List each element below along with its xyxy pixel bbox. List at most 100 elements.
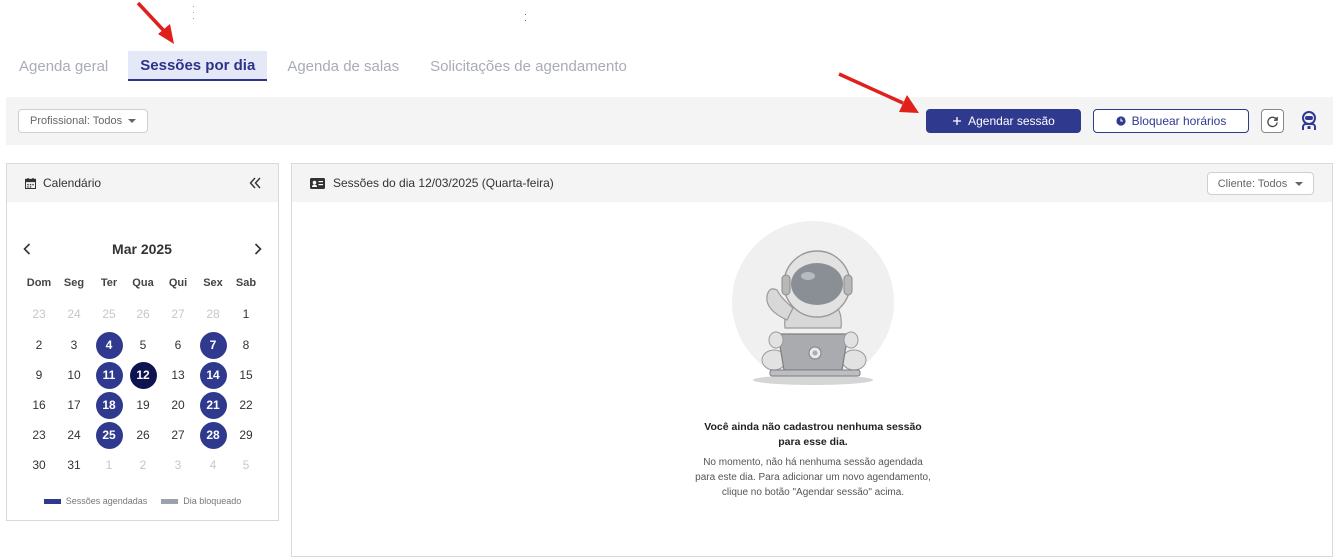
calendar-day[interactable]: 10	[61, 362, 88, 389]
user-icon	[1302, 111, 1316, 130]
calendar-day[interactable]: 13	[165, 362, 192, 389]
weekday-label: Seg	[63, 277, 85, 289]
weekday-label: Qui	[168, 277, 188, 289]
weekday-label: Ter	[100, 277, 118, 289]
block-hours-label: Bloquear horários	[1131, 114, 1227, 128]
assistant-user-icon[interactable]	[1298, 109, 1320, 133]
artifact-dot	[525, 14, 526, 15]
calendar-day[interactable]: 27	[165, 301, 192, 328]
next-month-button[interactable]	[250, 239, 266, 259]
calendar-day[interactable]: 5	[233, 452, 260, 479]
calendar-day[interactable]: 20	[165, 392, 192, 419]
calendar-day[interactable]: 8	[233, 332, 260, 359]
calendar-day[interactable]: 1	[96, 452, 123, 479]
calendar-day[interactable]: 24	[61, 301, 88, 328]
calendar-day[interactable]: 27	[165, 422, 192, 449]
calendar-day[interactable]: 19	[130, 392, 157, 419]
plus-icon	[953, 117, 962, 125]
client-filter-label: Cliente: Todos	[1217, 177, 1288, 190]
tab-agenda-de-salas[interactable]: Agenda de salas	[276, 51, 410, 81]
calendar-day[interactable]: 16	[26, 392, 53, 419]
calendar-day[interactable]: 26	[130, 301, 157, 328]
calendar-day[interactable]: 17	[61, 392, 88, 419]
calendar-day[interactable]: 25	[95, 421, 123, 449]
calendar-title-label: Calendário	[43, 176, 102, 190]
toolbar: Profissional: Todos Agendar sessão Bloqu…	[6, 97, 1333, 145]
legend-booked: Sessões agendadas	[43, 496, 148, 506]
calendar-day[interactable]: 2	[130, 452, 157, 479]
tab-bar: Agenda geral Sessões por dia Agenda de s…	[8, 51, 647, 81]
collapse-calendar-button[interactable]	[245, 173, 265, 193]
calendar-day[interactable]: 23	[26, 301, 53, 328]
sessions-title-label: Sessões do dia 12/03/2025 (Quarta-feira)	[333, 176, 554, 190]
professional-filter-dropdown[interactable]: Profissional: Todos	[18, 109, 149, 133]
month-label: Mar 2025	[112, 241, 172, 257]
calendar-day[interactable]: 9	[26, 362, 53, 389]
refresh-button[interactable]	[1261, 109, 1284, 133]
calendar-header: Calendário	[7, 164, 278, 202]
month-navigation: Mar 2025	[7, 239, 278, 259]
caret-down-icon	[1295, 181, 1304, 186]
legend-booked-label: Sessões agendadas	[65, 496, 148, 506]
double-chevron-left-icon	[249, 177, 261, 189]
empty-state-title: Você ainda não cadastrou nenhuma sessão …	[704, 421, 922, 448]
calendar-day[interactable]: 5	[130, 332, 157, 359]
calendar-day[interactable]: 25	[96, 301, 123, 328]
annotation-arrow-tab	[136, 1, 174, 44]
calendar-day[interactable]: 7	[199, 331, 227, 359]
calendar-day[interactable]: 12	[129, 361, 157, 389]
calendar-day[interactable]: 22	[233, 392, 260, 419]
artifact-dot	[193, 6, 194, 7]
block-hours-button[interactable]: Bloquear horários	[1093, 109, 1249, 133]
calendar-day[interactable]: 11	[95, 361, 123, 389]
calendar-day[interactable]: 1	[233, 301, 260, 328]
schedule-session-button[interactable]: Agendar sessão	[926, 109, 1081, 133]
artifact-dot	[193, 12, 194, 13]
sessions-header: Sessões do dia 12/03/2025 (Quarta-feira)…	[292, 164, 1332, 202]
legend-booked-swatch	[43, 498, 61, 504]
empty-state-text: No momento, não há nenhuma sessão agenda…	[695, 457, 931, 498]
calendar-day[interactable]: 15	[233, 362, 260, 389]
tab-solicitacoes[interactable]: Solicitações de agendamento	[419, 51, 638, 81]
calendar-day[interactable]: 21	[199, 391, 227, 419]
legend-blocked-label: Dia bloqueado	[183, 496, 242, 506]
weekday-label: Dom	[26, 277, 52, 289]
calendar-day[interactable]: 29	[233, 422, 260, 449]
previous-month-button[interactable]	[19, 239, 35, 259]
tab-sessoes-por-dia[interactable]: Sessões por dia	[128, 51, 268, 81]
calendar-day[interactable]: 4	[95, 331, 123, 359]
calendar-day[interactable]: 6	[165, 332, 192, 359]
calendar-day[interactable]: 18	[95, 391, 123, 419]
calendar-icon	[25, 177, 36, 189]
astronaut-illustration	[732, 221, 894, 385]
calendar-day[interactable]: 24	[61, 422, 88, 449]
chevron-right-icon	[254, 243, 262, 255]
sessions-title: Sessões do dia 12/03/2025 (Quarta-feira)	[310, 176, 554, 190]
legend-blocked-swatch	[161, 498, 179, 504]
calendar-day[interactable]: 30	[26, 452, 53, 479]
clock-icon	[1116, 116, 1126, 126]
calendar-day[interactable]: 28	[200, 301, 227, 328]
sessions-panel: Sessões do dia 12/03/2025 (Quarta-feira)…	[291, 163, 1333, 557]
chevron-left-icon	[23, 243, 31, 255]
calendar-day[interactable]: 3	[165, 452, 192, 479]
calendar-title: Calendário	[25, 176, 101, 190]
annotation-arrow-button	[838, 72, 919, 113]
calendar-day[interactable]: 2	[26, 332, 53, 359]
calendar-day[interactable]: 28	[199, 421, 227, 449]
id-card-icon	[310, 177, 325, 189]
calendar-day[interactable]: 31	[61, 452, 88, 479]
calendar-day[interactable]: 3	[61, 332, 88, 359]
calendar-day[interactable]: 26	[130, 422, 157, 449]
client-filter-dropdown[interactable]: Cliente: Todos	[1207, 172, 1314, 195]
calendar-legend: Sessões agendadas Dia bloqueado	[7, 496, 278, 506]
weekday-label: Sab	[235, 277, 257, 289]
calendar-day[interactable]: 23	[26, 422, 53, 449]
calendar-day[interactable]: 4	[200, 452, 227, 479]
weekday-label: Sex	[203, 277, 223, 289]
tab-agenda-geral[interactable]: Agenda geral	[8, 51, 119, 81]
artifact-dot	[193, 18, 194, 19]
refresh-icon	[1267, 116, 1278, 127]
schedule-session-label: Agendar sessão	[968, 114, 1055, 128]
calendar-day[interactable]: 14	[199, 361, 227, 389]
